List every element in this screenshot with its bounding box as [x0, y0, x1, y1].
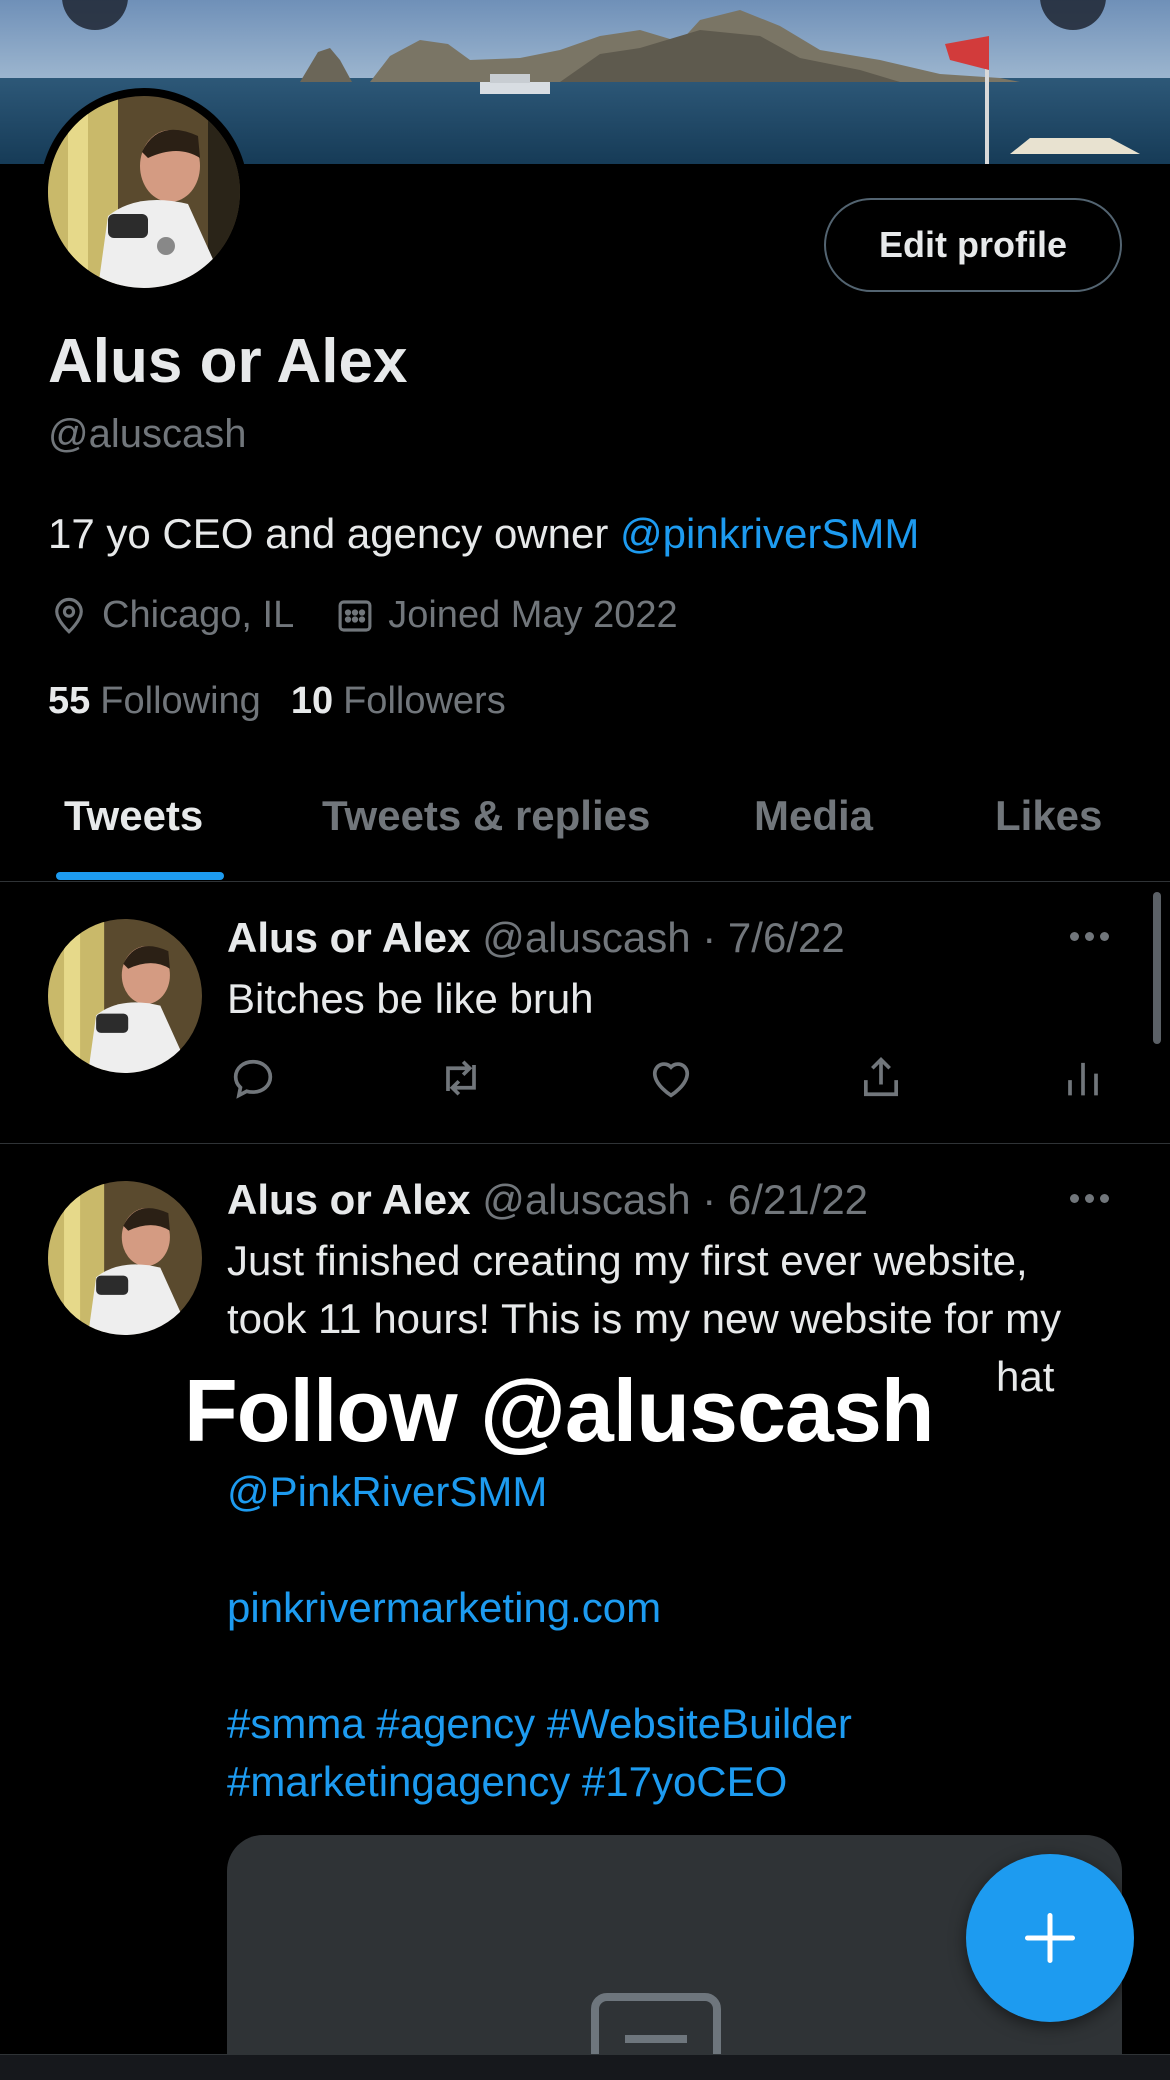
profile-location: Chicago, IL — [102, 594, 295, 636]
profile-handle: @aluscash — [48, 412, 247, 456]
tab-likes[interactable]: Likes — [995, 792, 1102, 840]
tweet-author-name[interactable]: Alus or Alex — [227, 914, 471, 961]
tweet-more-icon[interactable] — [1070, 926, 1118, 946]
tweet-avatar[interactable] — [48, 919, 202, 1073]
plus-icon — [1025, 1913, 1075, 1963]
active-tab-indicator — [56, 872, 224, 880]
tweet-author-name[interactable]: Alus or Alex — [227, 1176, 471, 1223]
compose-tweet-button[interactable] — [966, 1854, 1134, 2022]
tweet-hashtags[interactable]: #marketingagency #17yoCEO — [227, 1758, 787, 1806]
profile-tabs: Tweets Tweets & replies Media Likes — [0, 760, 1170, 882]
tweet-text-line: Just finished creating my first ever web… — [227, 1237, 1028, 1284]
profile-bio: 17 yo CEO and agency owner @pinkriverSMM — [48, 510, 919, 558]
followers-count: 10 — [290, 680, 334, 722]
edit-profile-button[interactable]: Edit profile — [824, 198, 1122, 292]
tweet-hashtags[interactable]: #smma #agency #WebsiteBuilder — [227, 1700, 852, 1748]
tweet-avatar[interactable] — [48, 1181, 202, 1335]
tab-media[interactable]: Media — [754, 792, 873, 840]
follow-overlay-caption: Follow @aluscash — [184, 1361, 935, 1460]
tweet-handle-date: @aluscash · 7/6/22 — [482, 914, 845, 961]
retweet-icon[interactable] — [435, 1052, 487, 1104]
heart-icon[interactable] — [645, 1052, 697, 1104]
scrollbar[interactable] — [1153, 892, 1161, 1044]
follow-stats: 55 Following 10 Followers — [48, 680, 536, 723]
tab-tweets[interactable]: Tweets — [64, 792, 203, 840]
tweet-url-link[interactable]: pinkrivermarketing.com — [227, 1584, 661, 1632]
tweet-text-line: took 11 hours! This is my new website fo… — [227, 1295, 1062, 1342]
tweet-header: Alus or Alex @aluscash · 6/21/22 — [227, 1176, 868, 1224]
tweet-text: Bitches be like bruh — [227, 975, 594, 1022]
profile-joined-date: Joined May 2022 — [388, 594, 678, 636]
profile-display-name: Alus or Alex — [48, 327, 408, 396]
bottom-nav-bar — [0, 2054, 1170, 2080]
tweet-mention-link[interactable]: @PinkRiverSMM — [227, 1468, 547, 1516]
followers-link[interactable]: 10 Followers — [291, 680, 506, 723]
tweet-header: Alus or Alex @aluscash · 7/6/22 — [227, 914, 845, 962]
analytics-icon[interactable] — [1057, 1052, 1109, 1104]
tweet-divider — [0, 1143, 1170, 1144]
bio-text: 17 yo CEO and agency owner — [48, 510, 621, 557]
location-pin-icon — [48, 595, 90, 637]
tweet-handle-date: @aluscash · 6/21/22 — [482, 1176, 869, 1223]
reply-icon[interactable] — [227, 1052, 279, 1104]
following-count: 55 — [48, 680, 91, 722]
bio-mention-link[interactable]: @pinkriverSMM — [620, 510, 919, 557]
profile-avatar[interactable] — [40, 88, 248, 296]
tab-tweets-replies[interactable]: Tweets & replies — [322, 792, 650, 840]
tweet-actions — [227, 1052, 1107, 1104]
profile-meta: Chicago, IL Joined May 2022 — [48, 594, 678, 637]
avatar-photo — [48, 96, 240, 288]
tweet-more-icon[interactable] — [1070, 1188, 1118, 1208]
following-link[interactable]: 55 Following — [48, 680, 261, 723]
share-icon[interactable] — [855, 1052, 907, 1104]
calendar-icon — [334, 595, 376, 637]
tweet-text-line: hat — [996, 1353, 1055, 1400]
following-label: Following — [100, 680, 261, 722]
followers-label: Followers — [343, 680, 506, 722]
